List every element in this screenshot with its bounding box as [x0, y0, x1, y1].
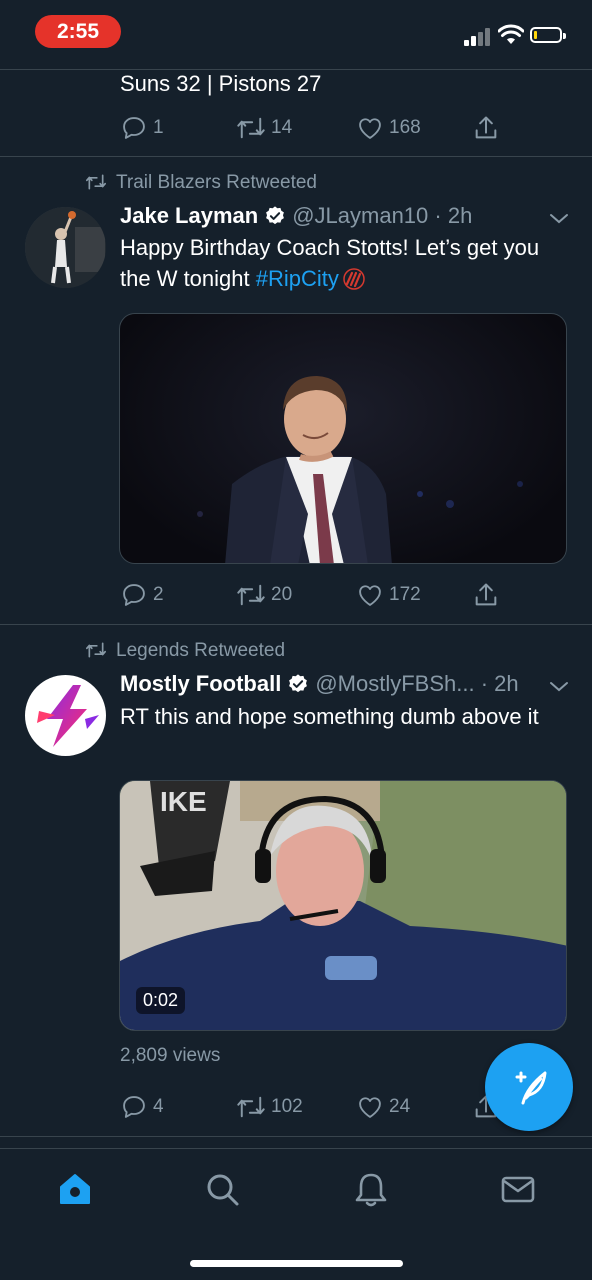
tweet-text: Happy Birthday Coach Stotts! Let’s get y…: [120, 232, 570, 294]
like-count: 24: [389, 1096, 411, 1117]
share-button[interactable]: [472, 580, 505, 610]
retweet-button[interactable]: 102: [236, 1092, 303, 1122]
avatar[interactable]: [25, 675, 106, 756]
tweet-actions: 2 20 172: [120, 580, 540, 610]
status-bar: 2:55: [0, 0, 592, 66]
tweet-text: Suns 32 | Pistons 27: [120, 71, 322, 96]
divider: [0, 624, 592, 625]
tweet-actions: 1 14 168: [120, 113, 540, 143]
search-icon[interactable]: [202, 1169, 242, 1209]
tweet-time: · 2h: [480, 671, 519, 696]
tweet-actions: 4 102 24: [120, 1092, 540, 1122]
hashtag-link[interactable]: #RipCity: [256, 266, 339, 291]
reply-icon: [123, 117, 145, 139]
tweet-text: RT this and hope something dumb above it: [120, 704, 539, 729]
photo-image: [197, 376, 523, 563]
retweet-icon: [86, 642, 106, 658]
reply-icon: [123, 584, 145, 606]
retweet-count: 102: [271, 1096, 303, 1117]
like-button[interactable]: 24: [356, 1092, 410, 1122]
retweet-icon: [237, 117, 265, 139]
battery-icon: [530, 27, 566, 43]
avatar-image: [25, 207, 106, 288]
heart-icon: [359, 118, 381, 139]
reply-count: 2: [153, 584, 164, 605]
avatar[interactable]: [25, 207, 106, 288]
tweet-header: Mostly Football @MostlyFBSh... · 2h: [120, 669, 519, 699]
video-jacket-lettering: IKE: [160, 786, 207, 817]
home-icon[interactable]: [55, 1169, 95, 1209]
chevron-down-icon[interactable]: [548, 210, 570, 226]
share-icon: [475, 116, 497, 139]
tweet-photo[interactable]: [119, 313, 567, 564]
verified-badge-icon: [289, 674, 308, 693]
reply-icon: [123, 1096, 145, 1118]
like-button[interactable]: 168: [356, 113, 421, 143]
home-indicator[interactable]: [190, 1260, 403, 1267]
divider: [0, 156, 592, 157]
retweet-icon: [237, 1096, 265, 1118]
author-handle[interactable]: @MostlyFBSh...: [315, 671, 474, 696]
like-count: 168: [389, 117, 421, 138]
wifi-icon: [498, 24, 524, 44]
video-thumbnail: IKE: [120, 781, 566, 1030]
author-name[interactable]: Jake Layman: [120, 203, 258, 228]
retweet-button[interactable]: 14: [236, 113, 292, 143]
tweet-time: · 2h: [434, 203, 473, 228]
reply-count: 4: [153, 1096, 164, 1117]
retweet-count: 14: [271, 117, 293, 138]
pinwheel-emoji-icon: [343, 268, 365, 290]
verified-badge-icon: [266, 206, 285, 225]
retweet-context-label: Trail Blazers Retweeted: [116, 172, 317, 193]
chevron-down-icon[interactable]: [548, 678, 570, 694]
status-time[interactable]: 2:55: [35, 15, 121, 48]
like-button[interactable]: 172: [356, 580, 421, 610]
divider: [0, 1136, 592, 1137]
video-duration: 0:02: [136, 987, 186, 1014]
reply-button[interactable]: 1: [120, 113, 164, 143]
author-handle[interactable]: @JLayman10: [292, 203, 428, 228]
retweet-context: Legends Retweeted: [84, 639, 285, 663]
view-count: 2,809 views: [120, 1045, 221, 1066]
reply-button[interactable]: 2: [120, 580, 164, 610]
tweet-header: Jake Layman @JLayman10 · 2h: [120, 201, 472, 231]
retweet-context-label: Legends Retweeted: [116, 640, 286, 661]
mail-icon[interactable]: [498, 1169, 538, 1209]
retweet-button[interactable]: 20: [236, 580, 292, 610]
share-button[interactable]: [472, 113, 505, 143]
retweet-count: 20: [271, 584, 293, 605]
heart-icon: [359, 1097, 381, 1118]
share-icon: [475, 583, 497, 606]
tweet-video[interactable]: IKE 0:02: [119, 780, 567, 1031]
retweet-context: Trail Blazers Retweeted: [84, 171, 317, 195]
like-count: 172: [389, 584, 421, 605]
cellular-signal-icon: [464, 28, 492, 46]
heart-icon: [359, 585, 381, 606]
reply-button[interactable]: 4: [120, 1092, 164, 1122]
retweet-icon: [86, 174, 106, 190]
retweet-icon: [237, 584, 265, 606]
bell-icon[interactable]: [351, 1169, 391, 1209]
author-name[interactable]: Mostly Football: [120, 671, 281, 696]
compose-feather-icon: [515, 1071, 547, 1105]
reply-count: 1: [153, 117, 164, 138]
lightning-logo-icon: [37, 685, 99, 747]
compose-tweet-button[interactable]: [485, 1043, 573, 1131]
